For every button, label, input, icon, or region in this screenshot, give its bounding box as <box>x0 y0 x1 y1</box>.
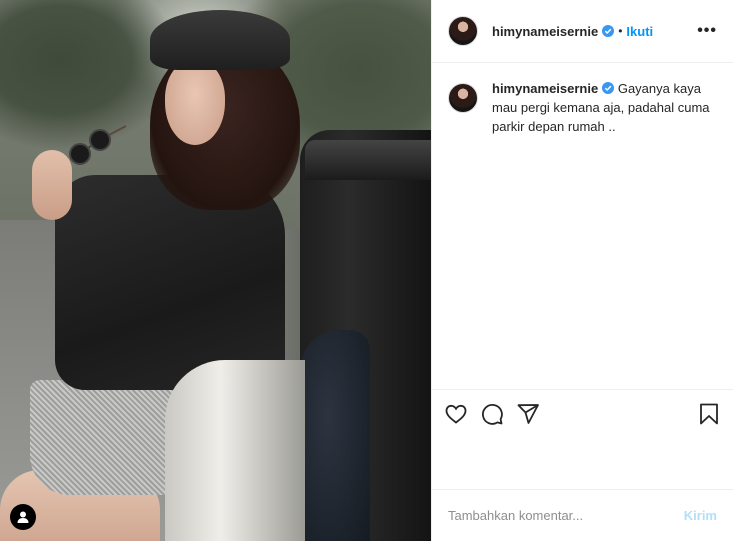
comment-input[interactable] <box>448 508 684 523</box>
header-separator: • <box>618 24 623 38</box>
like-button[interactable] <box>444 402 468 426</box>
photo-sunglasses <box>69 125 126 165</box>
post-header: himynameisernie • Ikuti ••• <box>432 0 733 63</box>
post-side-panel: himynameisernie • Ikuti ••• himynameiser… <box>431 0 733 541</box>
comment-button[interactable] <box>480 402 504 426</box>
caption-username[interactable]: himynameisernie <box>492 81 598 96</box>
post-comment-button[interactable]: Kirim <box>684 508 717 523</box>
photo-car-door <box>165 360 305 541</box>
caption-text-block: himynameisernie Gayanya kaya mau pergi k… <box>492 79 717 136</box>
author-username[interactable]: himynameisernie <box>492 24 598 39</box>
instagram-post: himynameisernie • Ikuti ••• himynameiser… <box>0 0 733 541</box>
likes-area <box>432 437 733 489</box>
author-avatar[interactable] <box>448 16 478 46</box>
photo-car-roof <box>305 140 431 180</box>
post-photo[interactable] <box>0 0 431 541</box>
verified-badge-icon <box>602 82 615 94</box>
photo-person-face <box>165 60 225 145</box>
photo-car-seat <box>300 330 370 541</box>
action-bar <box>432 389 733 437</box>
add-comment-bar: Kirim <box>432 489 733 541</box>
share-icon <box>517 403 539 424</box>
bookmark-icon <box>700 403 718 424</box>
caption-avatar[interactable] <box>448 83 478 113</box>
user-icon <box>17 511 29 523</box>
verified-badge-icon <box>602 25 615 37</box>
tagged-users-button[interactable] <box>10 504 36 530</box>
share-button[interactable] <box>516 402 540 426</box>
comments-area: himynameisernie Gayanya kaya mau pergi k… <box>432 63 733 389</box>
follow-button[interactable]: Ikuti <box>626 24 653 39</box>
comment-icon <box>482 403 503 425</box>
caption: himynameisernie Gayanya kaya mau pergi k… <box>448 79 717 136</box>
more-options-button[interactable]: ••• <box>697 22 717 40</box>
heart-icon <box>445 404 467 424</box>
save-button[interactable] <box>697 402 721 426</box>
photo-person-cap <box>150 10 290 70</box>
